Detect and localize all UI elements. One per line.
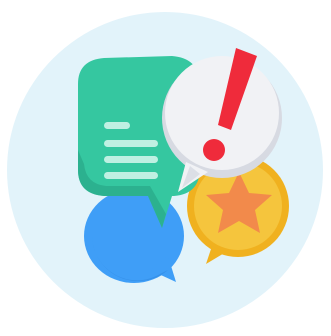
- exclamation-dot: [203, 139, 225, 161]
- text-line: [104, 140, 158, 147]
- icon-canvas: [0, 0, 331, 336]
- text-line: [104, 172, 158, 179]
- feedback-alert-illustration: [7, 12, 323, 328]
- text-line: [104, 122, 130, 129]
- text-line: [104, 156, 158, 163]
